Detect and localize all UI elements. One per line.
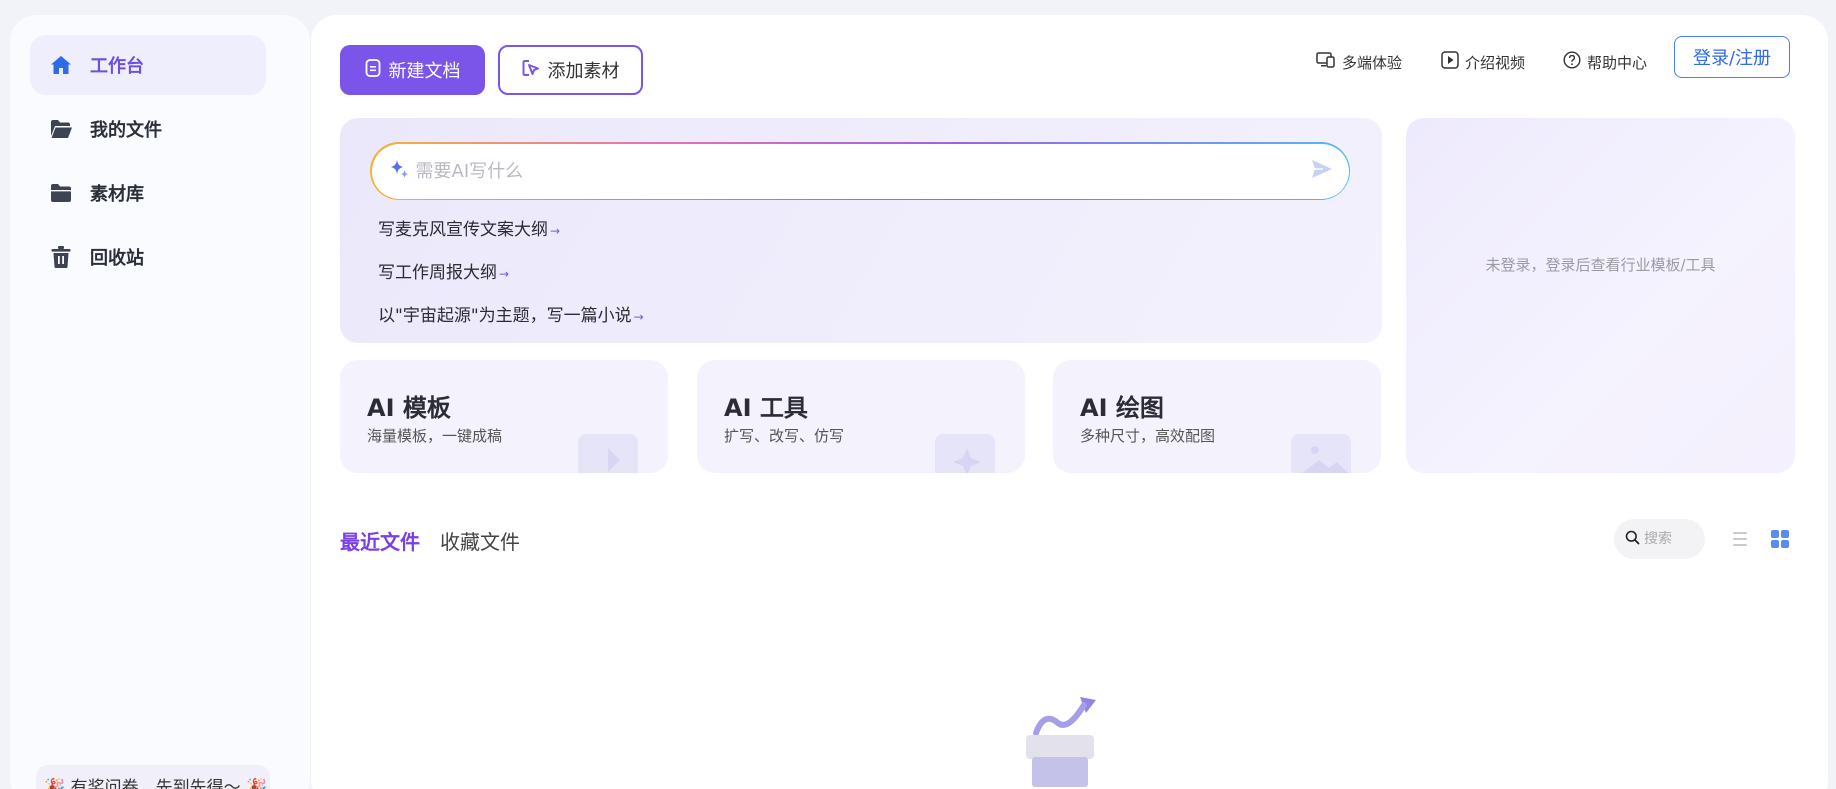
card-description: 多种尺寸，高效配图 <box>1080 427 1216 445</box>
sidebar-item-label: 素材库 <box>90 184 144 205</box>
add-material-button[interactable]: 添加素材 <box>498 45 643 95</box>
empty-box-illustration <box>1022 697 1098 789</box>
ai-prompt-box <box>370 142 1350 200</box>
send-icon[interactable] <box>1311 159 1333 183</box>
sidebar-item-my-files[interactable]: 我的文件 <box>30 99 266 159</box>
help-center-link[interactable]: 帮助中心 <box>1563 49 1647 75</box>
card-description: 海量模板，一键成稿 <box>367 427 503 445</box>
file-search <box>1614 519 1705 559</box>
new-document-label: 新建文档 <box>388 61 461 82</box>
arrow-right-icon: → <box>633 310 644 324</box>
file-search-input[interactable] <box>1644 531 1700 547</box>
sidebar-item-label: 工作台 <box>90 56 144 77</box>
tab-favorite-files[interactable]: 收藏文件 <box>440 526 520 555</box>
template-deco-icon <box>578 430 638 473</box>
card-title: AI 绘图 <box>1080 394 1164 422</box>
ai-drawing-card[interactable]: AI 绘图 多种尺寸，高效配图 <box>1053 360 1381 473</box>
survey-promo-banner[interactable]: 🎉 有奖问卷，先到先得～ 🎉 <box>36 765 270 789</box>
devices-icon <box>1316 51 1336 73</box>
ai-prompt-input[interactable] <box>415 160 1311 182</box>
ai-prompt-panel: 写麦克风宣传文案大纲→ 写工作周报大纲→ 以"宇宙起源"为主题，写一篇小说→ <box>340 118 1382 343</box>
trash-icon <box>48 244 74 270</box>
cursor-upload-icon <box>522 59 540 82</box>
search-icon <box>1625 530 1640 549</box>
play-icon <box>1441 51 1459 73</box>
arrow-right-icon: → <box>550 224 561 238</box>
folder-open-icon <box>48 116 74 142</box>
login-register-button[interactable]: 登录/注册 <box>1674 36 1790 78</box>
sidebar-item-label: 回收站 <box>90 248 144 269</box>
card-title: AI 模板 <box>367 394 451 422</box>
intro-video-label: 介绍视频 <box>1465 53 1526 72</box>
main-panel: 新建文档 添加素材 多端体验 介绍视频 帮助中心 登录/注册 需要AI写什么 写… <box>311 15 1828 789</box>
list-view-toggle[interactable] <box>1731 530 1749 552</box>
card-title: AI 工具 <box>724 394 808 422</box>
ai-template-card[interactable]: AI 模板 海量模板，一键成稿 <box>340 360 668 473</box>
intro-video-link[interactable]: 介绍视频 <box>1441 49 1525 75</box>
suggestion-item[interactable]: 以"宇宙起源"为主题，写一篇小说 → <box>378 301 644 326</box>
help-center-label: 帮助中心 <box>1587 53 1648 72</box>
document-icon <box>365 58 381 82</box>
list-icon <box>1731 532 1749 552</box>
sidebar: 工作台 我的文件 素材库 回收站 🎉 有奖问卷，先到先得～ 🎉 <box>10 15 310 789</box>
multi-device-link[interactable]: 多端体验 <box>1316 49 1402 75</box>
sidebar-item-materials[interactable]: 素材库 <box>30 163 266 223</box>
new-document-button[interactable]: 新建文档 <box>340 45 485 95</box>
image-deco-icon <box>1291 430 1351 473</box>
help-icon <box>1563 51 1581 73</box>
tab-recent-files[interactable]: 最近文件 <box>340 526 420 555</box>
sidebar-item-workbench[interactable]: 工作台 <box>30 35 266 95</box>
ai-tools-card[interactable]: AI 工具 扩写、改写、仿写 <box>697 360 1025 473</box>
card-description: 扩写、改写、仿写 <box>724 427 845 445</box>
grid-icon <box>1770 530 1790 553</box>
industry-templates-panel: 未登录，登录后查看行业模板/工具 <box>1406 118 1795 473</box>
suggestion-item[interactable]: 写麦克风宣传文案大纲 → <box>378 215 560 240</box>
sidebar-item-label: 我的文件 <box>90 120 162 141</box>
folder-icon <box>48 180 74 206</box>
tools-deco-icon <box>935 430 995 473</box>
multi-device-label: 多端体验 <box>1342 53 1403 72</box>
grid-view-toggle[interactable] <box>1770 529 1790 553</box>
add-material-label: 添加素材 <box>547 61 620 82</box>
sidebar-item-trash[interactable]: 回收站 <box>30 227 266 287</box>
sparkle-icon <box>388 158 410 184</box>
suggestion-item[interactable]: 写工作周报大纲 → <box>378 258 509 283</box>
arrow-right-icon: → <box>499 267 510 281</box>
home-icon <box>48 52 74 78</box>
not-logged-in-message: 未登录，登录后查看行业模板/工具 <box>1485 256 1716 274</box>
